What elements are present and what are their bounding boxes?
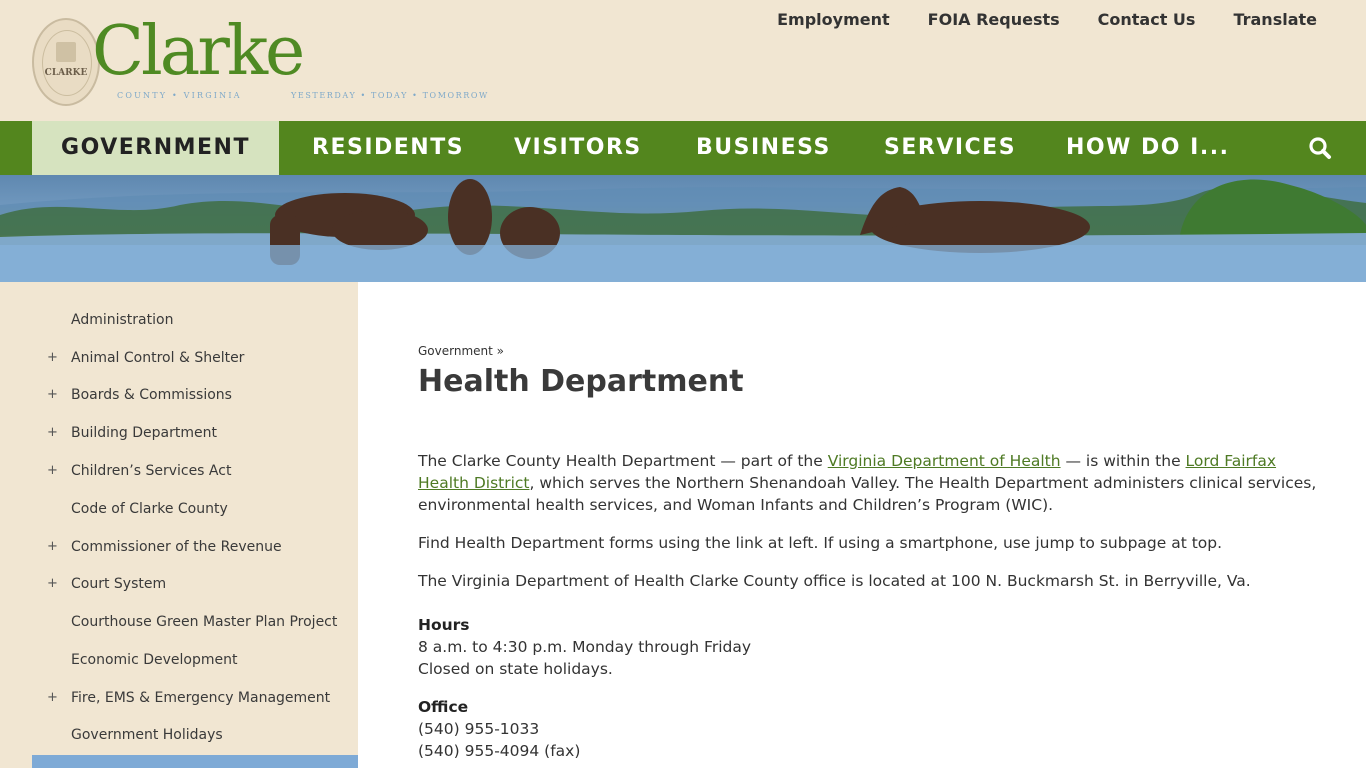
- main-content: Government » Health Department The Clark…: [358, 282, 1366, 768]
- nav-residents[interactable]: RESIDENTS: [312, 121, 464, 175]
- expand-plus-icon[interactable]: +: [47, 574, 58, 594]
- logo-tagline-location: COUNTY • VIRGINIA: [117, 91, 242, 100]
- foia-requests-link[interactable]: FOIA Requests: [928, 10, 1060, 29]
- office-section: Office (540) 955-1033 (540) 955-4094 (fa…: [418, 696, 1318, 762]
- breadcrumb-government[interactable]: Government »: [418, 344, 504, 358]
- virginia-dept-health-link[interactable]: Virginia Department of Health: [828, 452, 1061, 470]
- hours-section: Hours 8 a.m. to 4:30 p.m. Monday through…: [418, 614, 1318, 680]
- logo-tagline-motto: YESTERDAY • TODAY • TOMORROW: [291, 91, 489, 100]
- expand-plus-icon[interactable]: +: [47, 537, 58, 557]
- intro-text-end: , which serves the Northern Shenandoah V…: [418, 474, 1317, 514]
- expand-plus-icon[interactable]: +: [47, 688, 58, 708]
- main-nav: GOVERNMENT RESIDENTS VISITORS BUSINESS S…: [0, 121, 1366, 175]
- search-icon[interactable]: [1308, 136, 1332, 160]
- sidebar-item-code-of-clarke[interactable]: Code of Clarke County: [71, 499, 228, 519]
- expand-plus-icon[interactable]: +: [47, 385, 58, 405]
- office-phone[interactable]: (540) 955-1033: [418, 718, 1318, 740]
- intro-paragraph: The Clarke County Health Department — pa…: [418, 450, 1318, 516]
- intro-text-start: The Clarke County Health Department — pa…: [418, 452, 828, 470]
- sidebar-item-animal-control[interactable]: Animal Control & Shelter: [71, 348, 244, 368]
- hours-label: Hours: [418, 616, 470, 634]
- logo-wordmark: Clarke: [92, 12, 305, 91]
- office-label: Office: [418, 698, 469, 716]
- expand-plus-icon[interactable]: +: [47, 348, 58, 368]
- sidebar-item-active-health-department[interactable]: [32, 755, 358, 768]
- county-seal: CLARKE: [32, 18, 100, 106]
- nav-government[interactable]: GOVERNMENT: [32, 121, 279, 175]
- nav-visitors[interactable]: VISITORS: [514, 121, 642, 175]
- location-paragraph: The Virginia Department of Health Clarke…: [418, 572, 1251, 590]
- site-header: CLARKE Clarke COUNTY • VIRGINIA YESTERDA…: [0, 0, 1366, 121]
- sidebar-item-commissioner-revenue[interactable]: Commissioner of the Revenue: [71, 537, 282, 557]
- expand-plus-icon[interactable]: +: [47, 423, 58, 443]
- sidebar-item-childrens-services[interactable]: Children’s Services Act: [71, 461, 231, 481]
- sidebar-item-economic-development[interactable]: Economic Development: [71, 650, 237, 670]
- page-title: Health Department: [418, 364, 744, 399]
- horses-banner-image: [0, 175, 1366, 282]
- office-fax: (540) 955-4094 (fax): [418, 742, 581, 760]
- sidebar-item-boards-commissions[interactable]: Boards & Commissions: [71, 385, 232, 405]
- breadcrumb[interactable]: Government »: [418, 344, 504, 358]
- sidebar-item-building-department[interactable]: Building Department: [71, 423, 217, 443]
- contact-us-link[interactable]: Contact Us: [1098, 10, 1196, 29]
- forms-paragraph: Find Health Department forms using the l…: [418, 534, 1223, 552]
- utility-nav: Employment FOIA Requests Contact Us Tran…: [739, 10, 1317, 29]
- sidebar-item-fire-ems[interactable]: Fire, EMS & Emergency Management: [71, 688, 330, 708]
- employment-link[interactable]: Employment: [777, 10, 890, 29]
- nav-how-do-i[interactable]: HOW DO I...: [1066, 121, 1229, 175]
- sidebar-item-government-holidays[interactable]: Government Holidays: [71, 725, 223, 745]
- sidebar-item-court-system[interactable]: Court System: [71, 574, 166, 594]
- sidebar-item-courthouse-green[interactable]: Courthouse Green Master Plan Project: [71, 612, 337, 632]
- intro-text-mid: — is within the: [1060, 452, 1186, 470]
- sidebar-nav: Administration + Animal Control & Shelte…: [0, 282, 358, 768]
- seal-text: CLARKE: [44, 68, 88, 78]
- sidebar-item-administration[interactable]: Administration: [71, 310, 173, 330]
- hours-weekday: 8 a.m. to 4:30 p.m. Monday through Frida…: [418, 638, 752, 656]
- nav-services[interactable]: SERVICES: [884, 121, 1016, 175]
- clarke-county-logo[interactable]: CLARKE Clarke COUNTY • VIRGINIA YESTERDA…: [32, 12, 502, 108]
- nav-business[interactable]: BUSINESS: [696, 121, 831, 175]
- expand-plus-icon[interactable]: +: [47, 461, 58, 481]
- translate-link[interactable]: Translate: [1233, 10, 1317, 29]
- hours-holidays: Closed on state holidays.: [418, 660, 613, 678]
